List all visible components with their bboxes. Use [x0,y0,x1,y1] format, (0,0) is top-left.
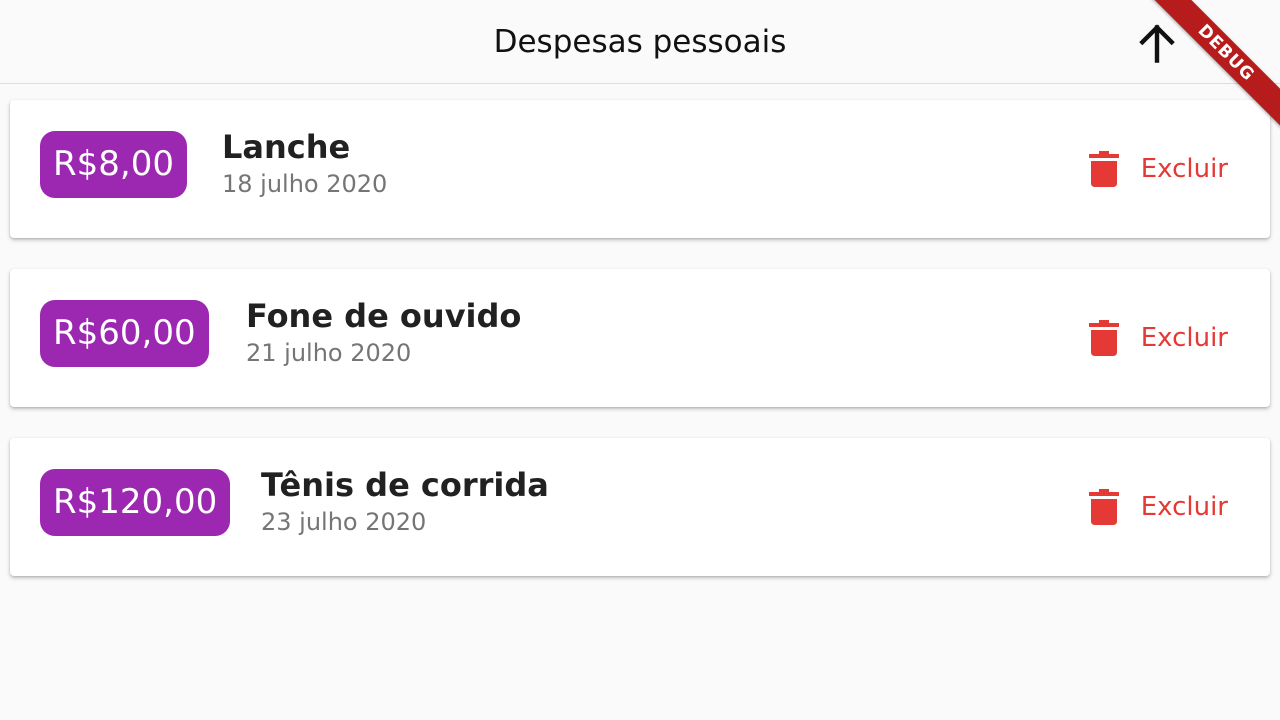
price-badge: R$8,00 [40,131,187,198]
transaction-list: R$8,00 Lanche 18 julho 2020 Excluir R$60… [10,100,1270,607]
delete-label: Excluir [1140,323,1228,353]
trash-icon [1088,489,1119,525]
transaction-card: R$60,00 Fone de ouvido 21 julho 2020 Exc… [10,269,1270,407]
add-transaction-button[interactable] [1194,20,1242,68]
delete-button[interactable]: Excluir [1088,142,1228,196]
add-icon [1203,29,1233,59]
price-badge: R$60,00 [40,300,209,367]
transaction-card: R$120,00 Tênis de corrida 23 julho 2020 … [10,438,1270,576]
transaction-date: 23 julho 2020 [261,508,427,536]
arrow-upward-icon [1139,24,1175,63]
transaction-title: Lanche [222,128,351,166]
price-badge: R$120,00 [40,469,231,536]
transaction-title: Tênis de corrida [261,466,549,504]
transaction-title: Fone de ouvido [246,297,522,335]
transaction-info: Lanche 18 julho 2020 [222,128,387,198]
transaction-date: 21 julho 2020 [246,339,412,367]
transaction-date: 18 julho 2020 [222,170,388,198]
transaction-info: Fone de ouvido 21 julho 2020 [246,297,521,367]
delete-button[interactable]: Excluir [1088,311,1228,365]
trash-icon [1088,320,1119,356]
page-title: Despesas pessoais [493,24,787,60]
app-bar: Despesas pessoais [0,0,1280,84]
delete-label: Excluir [1140,492,1228,522]
delete-button[interactable]: Excluir [1088,480,1228,534]
transaction-card: R$8,00 Lanche 18 julho 2020 Excluir [10,100,1270,238]
transaction-info: Tênis de corrida 23 julho 2020 [261,466,549,536]
trash-icon [1088,151,1119,187]
sort-up-button[interactable] [1133,20,1181,68]
delete-label: Excluir [1140,154,1228,184]
